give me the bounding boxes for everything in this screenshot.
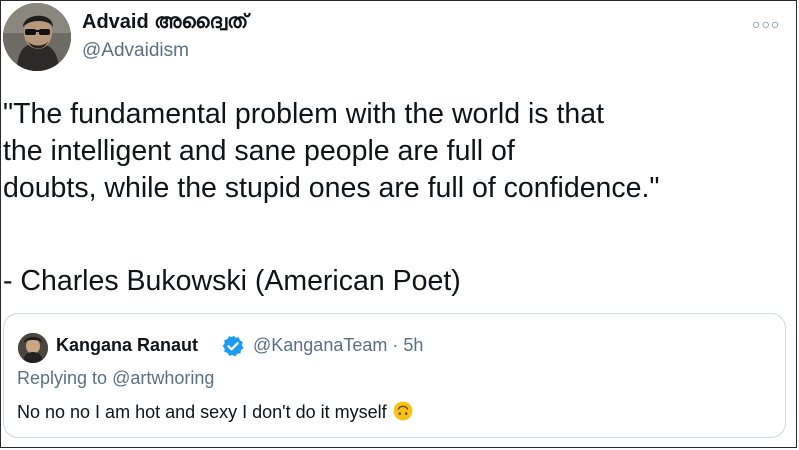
tweet-text: "The fundamental problem with the world …	[3, 96, 783, 207]
user-handle[interactable]: @Advaidism	[82, 40, 189, 62]
upside-down-face-emoji-icon	[393, 401, 413, 421]
quoted-user-handle[interactable]: @KanganaTeam	[253, 335, 387, 355]
replying-to-mention[interactable]: @artwhoring	[112, 368, 214, 388]
replying-to-line: Replying to @artwhoring	[17, 368, 214, 389]
user-display-name[interactable]: Advaid അദ്വൈത്	[82, 11, 248, 34]
quoted-tweet-body: No no no I am hot and sexy I don't do it…	[17, 402, 387, 422]
dot-separator: ·	[392, 335, 399, 355]
quoted-tweet-text: No no no I am hot and sexy I don't do it…	[17, 401, 413, 423]
verified-badge-icon	[222, 335, 244, 357]
quoted-tweet-time[interactable]: 5h	[403, 335, 423, 355]
tweet-text-line: the intelligent and sane people are full…	[3, 135, 515, 167]
quoted-user-handle-and-time[interactable]: @KanganaTeam · 5h	[253, 335, 423, 356]
user-avatar[interactable]	[3, 3, 71, 71]
tweet-text-line: "The fundamental problem with the world …	[3, 98, 605, 130]
tweet-text-line: doubts, while the stupid ones are full o…	[3, 172, 660, 204]
quoted-user-avatar[interactable]	[18, 333, 48, 363]
replying-to-prefix: Replying to	[17, 368, 108, 388]
quoted-tweet-card[interactable]: Kangana Ranaut @KanganaTeam · 5h Replyin…	[3, 313, 786, 438]
more-dots-icon[interactable]: ○○○	[752, 16, 780, 32]
tweet-attribution: - Charles Bukowski (American Poet)	[3, 265, 461, 297]
quoted-user-display-name[interactable]: Kangana Ranaut	[56, 335, 198, 356]
